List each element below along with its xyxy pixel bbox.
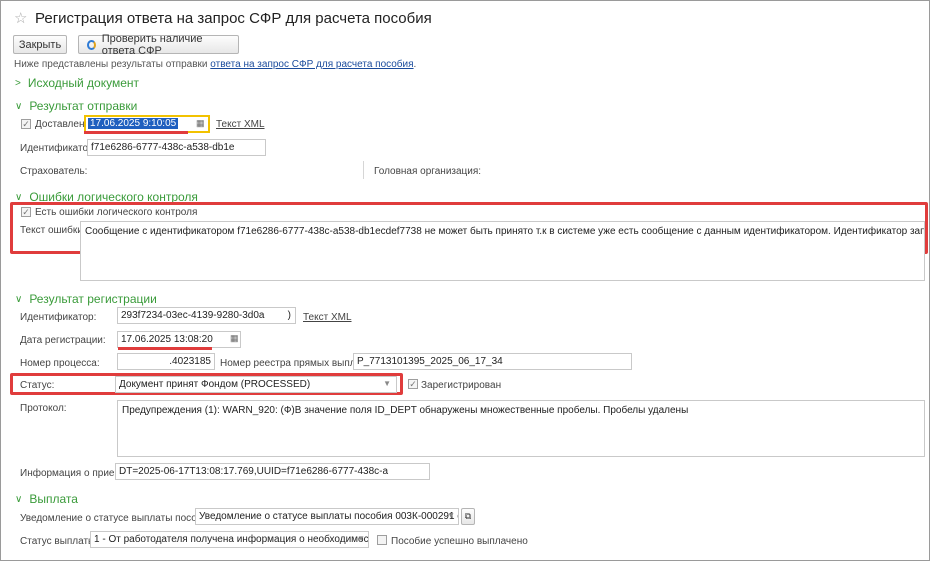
reg-xml-link[interactable]: Текст XML [303,312,352,323]
chevron-down-icon: ∨ [15,191,23,203]
paid-label: Пособие успешно выплачено [391,536,528,547]
paid-checkbox[interactable] [377,535,387,545]
star-icon[interactable]: ☆ [14,9,27,27]
send-xml-link[interactable]: Текст XML [216,119,265,130]
reg-date-label: Дата регистрации: [20,335,106,346]
registered-label: Зарегистрирован [421,380,502,391]
send-id-field[interactable]: f71e6286-6777-438c-a538-db1e [87,139,266,156]
delivered-label: Доставлен [35,119,85,130]
payment-status-select[interactable]: 1 - От работодателя получена информация … [90,531,369,548]
reception-info-label: Информация о приеме: [20,468,130,479]
page-title: Регистрация ответа на запрос СФР для рас… [35,10,432,27]
refresh-icon [87,39,96,50]
status-value: Документ принят Фондом (PROCESSED) [119,379,311,390]
check-response-button[interactable]: Проверить наличие ответа СФР [78,32,239,57]
registry-number-label: Номер реестра прямых выплат: [220,358,369,369]
protocol-label: Протокол: [20,403,67,414]
payment-notice-label: Уведомление о статусе выплаты пособия: [20,513,217,524]
calendar-icon[interactable]: ▦ [230,333,239,344]
delivered-date-value: 17.06.2025 9:10:05 [88,118,179,129]
protocol-value: Предупреждения (1): WARN_920: (Ф)В значе… [122,405,689,416]
response-link[interactable]: ответа на запрос СФР для расчета пособия [210,59,413,70]
payment-status-value: 1 - От работодателя получена информация … [94,534,369,545]
reg-id-value: 293f7234-03ec-4139-9280-3d0a [121,310,265,321]
protocol-field[interactable]: Предупреждения (1): WARN_920: (Ф)В значе… [117,400,925,457]
dropdown-arrow-icon[interactable]: ▼ [357,534,365,543]
reception-info-field[interactable]: DT=2025-06-17T13:08:17.769,UUID=f71e6286… [115,463,430,480]
close-button[interactable]: Закрыть [13,35,67,54]
check-response-label: Проверить наличие ответа СФР [101,32,203,57]
dropdown-arrow-icon[interactable]: ▼ [447,511,455,520]
status-select[interactable]: Документ принят Фондом (PROCESSED) ▼ [115,376,397,393]
section-registration-result-label: Результат регистрации [29,292,157,306]
info-text: Ниже представлены результаты отправки [14,59,211,70]
section-send-result-label: Результат отправки [29,99,138,113]
section-payment-label: Выплата [29,492,78,506]
section-send-result[interactable]: ∨ Результат отправки [15,99,137,113]
info-end: . [413,59,417,70]
process-number-label: Номер процесса: [20,358,100,369]
reg-id-field[interactable]: 293f7234-03ec-4139-9280-3d0a ) [117,307,296,324]
reg-date-field[interactable]: 17.06.2025 13:08:20 [117,331,241,348]
payment-notice-field[interactable]: Уведомление о статусе выплаты пособия 00… [195,508,459,525]
status-label: Статус: [20,380,55,391]
section-payment[interactable]: ∨ Выплата [15,492,78,506]
has-errors-label: Есть ошибки логического контроля [35,207,198,218]
has-errors-checkbox[interactable]: ✓ [21,207,31,217]
error-text-value: Сообщение с идентификатором f71e6286-677… [85,226,925,237]
open-icon[interactable]: ⧉ [461,508,475,525]
section-registration-result[interactable]: ∨ Результат регистрации [15,292,157,306]
payment-notice-value: Уведомление о статусе выплаты пособия 00… [199,511,459,522]
registry-number-field[interactable]: P_7713101395_2025_06_17_34 [353,353,632,370]
red-underline-reg-date [118,347,212,350]
red-underline-delivered [84,131,188,134]
payment-status-label: Статус выплаты: [20,536,99,547]
registered-checkbox[interactable]: ✓ [408,379,418,389]
process-number-field[interactable]: .4023185 [117,353,215,370]
dropdown-arrow-icon[interactable]: ▼ [383,379,391,388]
info-line: Ниже представлены результаты отправки от… [14,59,416,70]
chevron-down-icon: ∨ [15,293,23,305]
chevron-down-icon: ∨ [15,493,23,505]
section-source-document-label: Исходный документ [27,76,140,90]
reg-id-tail: ) [287,310,291,321]
divider [363,161,364,179]
section-source-document[interactable]: > Исходный документ [15,76,139,90]
error-text-label: Текст ошибки: [20,225,86,236]
delivered-checkbox[interactable]: ✓ [21,119,31,129]
insurer-label: Страхователь: [20,166,88,177]
send-id-label: Идентификатор: [20,143,97,154]
head-org-label: Головная организация: [374,166,482,177]
calendar-icon[interactable]: ▦ [196,118,205,129]
reg-id-label: Идентификатор: [20,312,97,323]
chevron-right-icon: > [15,77,21,89]
error-text-field[interactable]: Сообщение с идентификатором f71e6286-677… [80,221,925,281]
chevron-down-icon: ∨ [15,100,23,112]
